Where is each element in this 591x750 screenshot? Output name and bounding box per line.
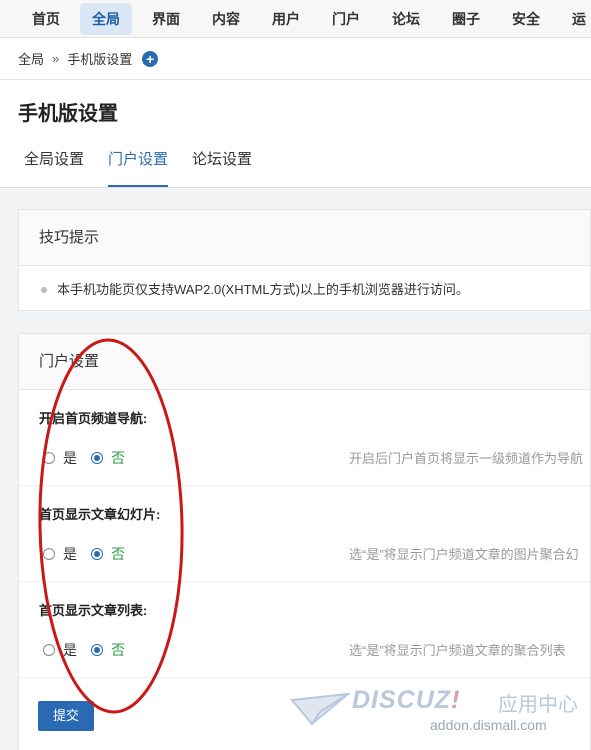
watermark-brand-text: DISCUZ — [352, 686, 452, 714]
radio-no[interactable] — [91, 548, 103, 560]
nav-item-forum[interactable]: 论坛 — [380, 3, 432, 35]
watermark: DISCUZ! 应用中心 addon.dismall.com — [290, 684, 590, 746]
add-shortcut-icon[interactable]: + — [142, 50, 159, 67]
page-title: 手机版设置 — [18, 103, 118, 125]
watermark-brand: DISCUZ! — [352, 686, 460, 715]
portal-settings-title: 门户设置 — [19, 334, 590, 390]
tip-text: 本手机功能页仅支持WAP2.0(XHTML方式)以上的手机浏览器进行访问。 — [57, 282, 469, 297]
setting-label: 首页显示文章幻灯片: — [39, 507, 161, 522]
nav-item-security[interactable]: 安全 — [500, 3, 552, 35]
tab-portal-settings[interactable]: 门户设置 — [108, 146, 169, 187]
nav-item-home[interactable]: 首页 — [20, 3, 72, 35]
nav-item-global[interactable]: 全局 — [80, 2, 132, 35]
radio-yes[interactable] — [43, 644, 55, 656]
paper-plane-icon — [290, 692, 350, 726]
radio-group: 是 否 — [43, 544, 139, 564]
tab-forum-settings[interactable]: 论坛设置 — [192, 146, 252, 187]
tips-title: 技巧提示 — [19, 210, 590, 266]
nav-item-groups[interactable]: 圈子 — [440, 3, 492, 35]
setting-description: 开启后门户首页将显示一级频道作为导航 — [349, 451, 584, 466]
breadcrumb-current: 手机版设置 — [67, 52, 133, 67]
radio-group: 是 否 — [43, 640, 139, 660]
tip-item: 本手机功能页仅支持WAP2.0(XHTML方式)以上的手机浏览器进行访问。 — [19, 266, 590, 314]
radio-no-label[interactable]: 否 — [111, 448, 125, 468]
breadcrumb-root[interactable]: 全局 — [18, 49, 44, 68]
submit-button[interactable]: 提交 — [38, 701, 94, 731]
watermark-url: addon.dismall.com — [430, 717, 547, 733]
top-navigation: 首页 全局 界面 内容 用户 门户 论坛 圈子 安全 运 — [0, 0, 591, 38]
radio-no[interactable] — [91, 452, 103, 464]
tab-global-settings[interactable]: 全局设置 — [24, 146, 84, 187]
setting-description: 选“是”将显示门户频道文章的图片聚合幻 — [349, 547, 579, 562]
nav-item-operations[interactable]: 运 — [560, 3, 591, 35]
page-header: 手机版设置 全局设置 门户设置 论坛设置 — [0, 80, 591, 188]
setting-label: 首页显示文章列表: — [39, 603, 148, 618]
radio-no-label[interactable]: 否 — [111, 640, 125, 660]
watermark-cn: 应用中心 — [498, 694, 578, 716]
radio-yes[interactable] — [43, 452, 55, 464]
setting-row-slideshow: 首页显示文章幻灯片: 是 否 选“是”将显示门户频道文章的图片聚合幻 — [19, 486, 590, 582]
tips-card: 技巧提示 本手机功能页仅支持WAP2.0(XHTML方式)以上的手机浏览器进行访… — [18, 209, 591, 311]
setting-label: 开启首页频道导航: — [39, 411, 148, 426]
breadcrumb: 全局 » 手机版设置 + — [0, 38, 591, 80]
radio-yes-label[interactable]: 是 — [63, 640, 77, 660]
nav-item-interface[interactable]: 界面 — [140, 3, 192, 35]
bullet-icon — [41, 287, 47, 293]
radio-yes-label[interactable]: 是 — [63, 544, 77, 564]
breadcrumb-separator: » — [52, 51, 60, 66]
settings-tabs: 全局设置 门户设置 论坛设置 — [24, 146, 276, 187]
radio-yes[interactable] — [43, 548, 55, 560]
nav-item-portal[interactable]: 门户 — [320, 3, 372, 35]
setting-row-article-list: 首页显示文章列表: 是 否 选“是”将显示门户频道文章的聚合列表 — [19, 582, 590, 678]
radio-no[interactable] — [91, 644, 103, 656]
radio-no-label[interactable]: 否 — [111, 544, 125, 564]
nav-item-users[interactable]: 用户 — [260, 3, 312, 35]
radio-group: 是 否 — [43, 448, 139, 468]
radio-yes-label[interactable]: 是 — [63, 448, 77, 468]
setting-description: 选“是”将显示门户频道文章的聚合列表 — [349, 643, 566, 658]
watermark-exclaim: ! — [451, 686, 461, 714]
nav-item-content[interactable]: 内容 — [200, 3, 252, 35]
setting-row-channel-nav: 开启首页频道导航: 是 否 开启后门户首页将显示一级频道作为导航 — [19, 390, 590, 486]
